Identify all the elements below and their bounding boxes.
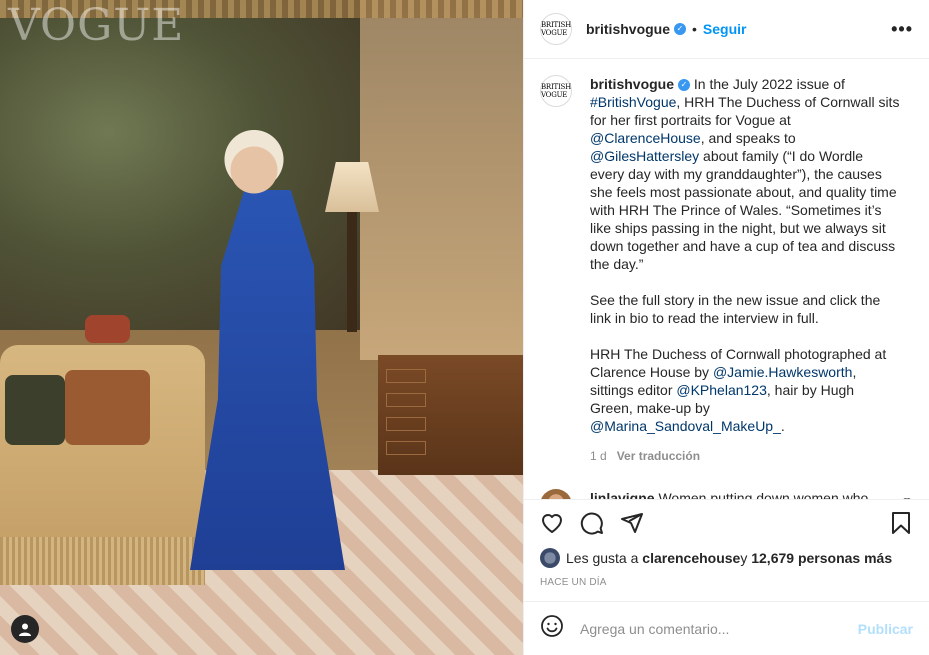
photo-sofa bbox=[0, 315, 205, 585]
desk-drawer bbox=[386, 369, 426, 383]
caption-paragraph-2: See the full story in the new issue and … bbox=[590, 292, 881, 326]
user-tag-icon[interactable] bbox=[11, 615, 39, 643]
vogue-logo: VOGUE bbox=[8, 0, 185, 51]
avatar-logo: BRITISH VOGUE bbox=[540, 83, 572, 99]
desk-drawer bbox=[386, 441, 426, 455]
emoji-icon[interactable] bbox=[540, 614, 564, 643]
photo-lamp-base bbox=[347, 212, 357, 332]
comment-item: linlavigne Women putting down women who … bbox=[540, 489, 913, 499]
mention-link[interactable]: @ClarenceHouse bbox=[590, 130, 701, 146]
post-side-panel: BRITISH VOGUE britishvogue ✓ • Seguir ••… bbox=[523, 0, 929, 655]
caption-avatar[interactable]: BRITISH VOGUE bbox=[540, 75, 572, 107]
avatar-logo: BRITISH VOGUE bbox=[540, 21, 572, 37]
post-timestamp[interactable]: HACE UN DÍA bbox=[524, 571, 929, 601]
sofa-cushion bbox=[65, 370, 150, 445]
comment-like-heart-icon[interactable] bbox=[901, 495, 913, 499]
caption-text: . bbox=[780, 418, 785, 434]
heart-icon[interactable] bbox=[540, 511, 564, 535]
comment-input[interactable]: Agrega un comentario... bbox=[580, 621, 858, 637]
separator-dot: • bbox=[692, 21, 697, 37]
action-bar bbox=[524, 499, 929, 545]
translate-button[interactable]: Ver traducción bbox=[617, 449, 700, 463]
caption-text: In the July 2022 issue of bbox=[690, 76, 845, 92]
mention-link[interactable]: @Jamie.Hawkesworth bbox=[713, 364, 852, 380]
bookmark-icon[interactable] bbox=[889, 511, 913, 535]
add-comment-bar: Agrega un comentario... Publicar bbox=[524, 601, 929, 655]
verified-badge-icon: ✓ bbox=[678, 79, 691, 92]
share-icon[interactable] bbox=[620, 511, 644, 535]
caption-text: about family (“I do Wordle every day wit… bbox=[590, 148, 897, 272]
mention-link[interactable]: @Marina_Sandoval_MakeUp_ bbox=[590, 418, 781, 434]
mention-link[interactable]: @GilesHattersley bbox=[590, 148, 699, 164]
likes-user[interactable]: clarencehouse bbox=[642, 550, 740, 566]
verified-badge-icon: ✓ bbox=[674, 23, 687, 35]
mention-link[interactable]: @KPhelan123 bbox=[676, 382, 767, 398]
avatar[interactable]: BRITISH VOGUE bbox=[540, 13, 572, 45]
sofa-cushion bbox=[85, 315, 130, 343]
likes-count[interactable]: 12,679 personas más bbox=[751, 550, 892, 566]
likes-row: Les gusta a clarencehouse y 12,679 perso… bbox=[524, 545, 929, 571]
caption: BRITISH VOGUE britishvogue ✓ In the July … bbox=[540, 75, 913, 465]
photo-wall bbox=[360, 0, 523, 360]
caption-body: britishvogue ✓ In the July 2022 issue of … bbox=[590, 75, 900, 465]
sofa-fringe bbox=[0, 537, 205, 585]
sofa-cushion bbox=[5, 375, 65, 445]
photo-desk bbox=[378, 355, 523, 475]
caption-meta: 1 d Ver traducción bbox=[590, 447, 900, 465]
desk-drawer bbox=[386, 417, 426, 431]
photo-figure-head bbox=[224, 128, 284, 198]
caption-age[interactable]: 1 d bbox=[590, 449, 607, 463]
caption-text: , and speaks to bbox=[700, 130, 796, 146]
liker-avatar[interactable] bbox=[540, 548, 560, 568]
comment-text: linlavigne Women putting down women who … bbox=[590, 489, 890, 499]
desk-drawer bbox=[386, 393, 426, 407]
post-header: BRITISH VOGUE britishvogue ✓ • Seguir ••… bbox=[524, 0, 929, 59]
comment-icon[interactable] bbox=[580, 511, 604, 535]
likes-middle: y bbox=[740, 550, 748, 566]
post-photo[interactable]: VOGUE bbox=[0, 0, 523, 655]
caption-paragraph-1: britishvogue ✓ In the July 2022 issue of … bbox=[590, 75, 900, 273]
comments-area[interactable]: BRITISH VOGUE britishvogue ✓ In the July … bbox=[524, 59, 929, 499]
comment-avatar[interactable] bbox=[540, 489, 572, 499]
instagram-post-view: VOGUE BRITISH VOGUE britishvogue ✓ • Seg… bbox=[0, 0, 929, 655]
more-options-icon[interactable]: ••• bbox=[891, 19, 913, 40]
caption-username[interactable]: britishvogue bbox=[590, 76, 674, 92]
header-username[interactable]: britishvogue bbox=[586, 21, 670, 37]
follow-button[interactable]: Seguir bbox=[703, 21, 747, 37]
publish-button[interactable]: Publicar bbox=[858, 621, 913, 637]
caption-paragraph-3: HRH The Duchess of Cornwall photographed… bbox=[590, 345, 900, 435]
hashtag-link[interactable]: #BritishVogue bbox=[590, 94, 676, 110]
likes-prefix: Les gusta a bbox=[566, 550, 639, 566]
comment-username[interactable]: linlavigne bbox=[590, 490, 655, 499]
